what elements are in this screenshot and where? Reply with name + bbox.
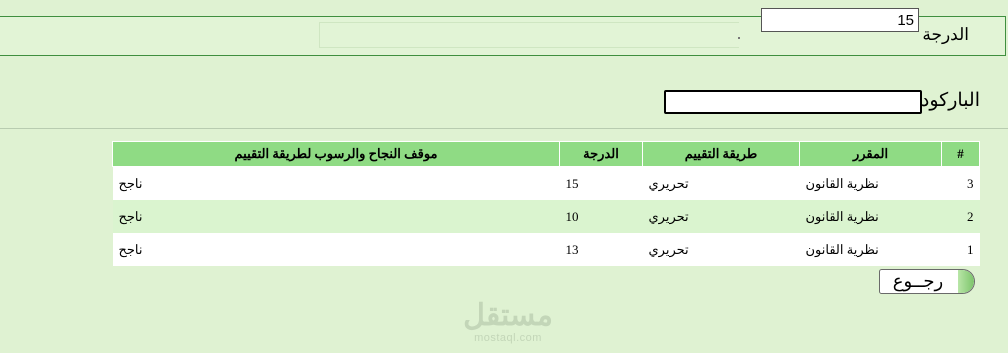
grade-panel-strip bbox=[319, 22, 739, 48]
watermark: مستقل mostaql.com bbox=[458, 299, 558, 345]
back-button-cap bbox=[958, 270, 974, 293]
row-method: تحريري bbox=[642, 166, 800, 200]
barcode-label: الباركود bbox=[920, 90, 980, 111]
table-row: 3 نظرية القانون تحريري 15 ناجح bbox=[112, 166, 980, 200]
results-table: # المقرر طريقة التقييم الدرجة موقف النجا… bbox=[112, 141, 980, 266]
table-row: 2 نظرية القانون تحريري 10 ناجح bbox=[112, 200, 980, 233]
back-button[interactable]: رجــوع bbox=[879, 269, 975, 294]
column-header-method: طريقة التقييم bbox=[642, 141, 800, 167]
back-button-label: رجــوع bbox=[892, 271, 944, 291]
row-index: 3 bbox=[941, 166, 980, 200]
grade-label: الدرجة bbox=[922, 25, 969, 44]
table-row: 1 نظرية القانون تحريري 13 ناجح bbox=[112, 233, 980, 266]
row-index: 2 bbox=[941, 200, 980, 233]
column-header-grade: الدرجة bbox=[559, 141, 643, 167]
row-method: تحريري bbox=[642, 200, 800, 233]
column-header-index: # bbox=[941, 141, 980, 167]
row-status: ناجح bbox=[112, 166, 560, 200]
row-index: 1 bbox=[941, 233, 980, 266]
row-grade: 15 bbox=[559, 166, 643, 200]
cursor-dot bbox=[738, 37, 740, 39]
row-status: ناجح bbox=[112, 233, 560, 266]
column-header-course: المقرر bbox=[799, 141, 942, 167]
row-course: نظرية القانون bbox=[799, 166, 942, 200]
watermark-logo: مستقل bbox=[463, 299, 553, 332]
row-grade: 10 bbox=[559, 200, 643, 233]
row-status: ناجح bbox=[112, 200, 560, 233]
table-header-row: # المقرر طريقة التقييم الدرجة موقف النجا… bbox=[112, 141, 980, 167]
barcode-input[interactable] bbox=[664, 90, 922, 114]
grade-input[interactable] bbox=[761, 8, 919, 32]
row-method: تحريري bbox=[642, 233, 800, 266]
separator-line bbox=[0, 128, 1008, 129]
row-course: نظرية القانون bbox=[799, 200, 942, 233]
row-course: نظرية القانون bbox=[799, 233, 942, 266]
row-grade: 13 bbox=[559, 233, 643, 266]
column-header-status: موقف النجاح والرسوب لطريقة التقييم bbox=[112, 141, 560, 167]
watermark-url: mostaql.com bbox=[474, 332, 542, 344]
